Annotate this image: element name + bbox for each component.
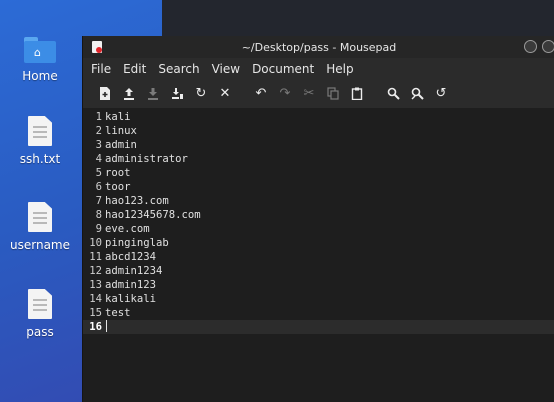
editor-line: 11 abcd1234 [89, 251, 157, 263]
cut-icon[interactable]: ✂ [297, 82, 321, 104]
editor-line: 9 eve.com [95, 223, 150, 235]
home-folder-icon: ⌂ [24, 37, 56, 63]
editor-line: 6 toor [95, 181, 131, 193]
save-icon[interactable] [141, 82, 165, 104]
redo-icon[interactable]: ↷ [273, 82, 297, 104]
text-caret [106, 320, 107, 332]
desktop-icon-label: username [10, 238, 70, 252]
editor-line: 12 admin1234 [89, 265, 163, 277]
editor-line: 15 test [89, 307, 131, 319]
text-file-icon [28, 289, 52, 319]
text-file-icon [28, 116, 52, 146]
editor-line: 7 hao123.com [95, 195, 169, 207]
editor-line: 5 root [95, 167, 131, 179]
background-window-strip [162, 0, 554, 36]
copy-icon[interactable] [321, 82, 345, 104]
menu-bar: File Edit Search View Document Help [83, 58, 554, 80]
desktop-icon-home[interactable]: ⌂ Home [5, 37, 75, 83]
text-file-icon [28, 202, 52, 232]
title-bar[interactable]: ~/Desktop/pass - Mousepad [83, 36, 554, 58]
window-title: ~/Desktop/pass - Mousepad [241, 41, 397, 54]
menu-file[interactable]: File [91, 62, 111, 76]
menu-document[interactable]: Document [252, 62, 314, 76]
menu-help[interactable]: Help [326, 62, 353, 76]
desktop-icon-username[interactable]: username [5, 202, 75, 252]
menu-search[interactable]: Search [158, 62, 199, 76]
editor-line: 4 administrator [95, 153, 188, 165]
desktop-icon-label: ssh.txt [19, 152, 61, 166]
editor-line: 8 hao12345678.com [95, 209, 201, 221]
menu-edit[interactable]: Edit [123, 62, 146, 76]
maximize-button[interactable] [542, 40, 554, 53]
paste-icon[interactable] [345, 82, 369, 104]
close-icon[interactable]: ✕ [213, 82, 237, 104]
editor-current-line: 16 [83, 320, 554, 334]
go-to-line-icon[interactable]: ↺ [429, 82, 453, 104]
desktop-icon-label: Home [22, 69, 58, 83]
editor-line: 3 admin [95, 139, 137, 151]
desktop-icon-label: pass [26, 325, 54, 339]
open-icon[interactable] [117, 82, 141, 104]
find-replace-icon[interactable] [405, 82, 429, 104]
desktop-icon-ssh-txt[interactable]: ssh.txt [5, 116, 75, 166]
menu-view[interactable]: View [212, 62, 240, 76]
editor-line: 13 admin123 [89, 279, 157, 291]
editor-line: 1 kali [95, 111, 131, 123]
mousepad-window: ~/Desktop/pass - Mousepad File Edit Sear… [82, 36, 554, 402]
toolbar: ↻ ✕ ↶ ↷ ✂ ↺ [83, 80, 554, 106]
editor-line: 10 pinginglab [89, 237, 169, 249]
desktop-icon-pass[interactable]: pass [5, 289, 75, 339]
text-editor-area[interactable]: 1 kali 2 linux 3 admin 4 administrator 5 root… [83, 108, 554, 402]
editor-line: 14 kalikali [89, 293, 157, 305]
new-document-icon[interactable] [93, 82, 117, 104]
save-as-icon[interactable] [165, 82, 189, 104]
editor-line: 2 linux [95, 125, 137, 137]
find-icon[interactable] [381, 82, 405, 104]
reload-icon[interactable]: ↻ [189, 82, 213, 104]
undo-icon[interactable]: ↶ [249, 82, 273, 104]
minimize-button[interactable] [524, 40, 537, 53]
